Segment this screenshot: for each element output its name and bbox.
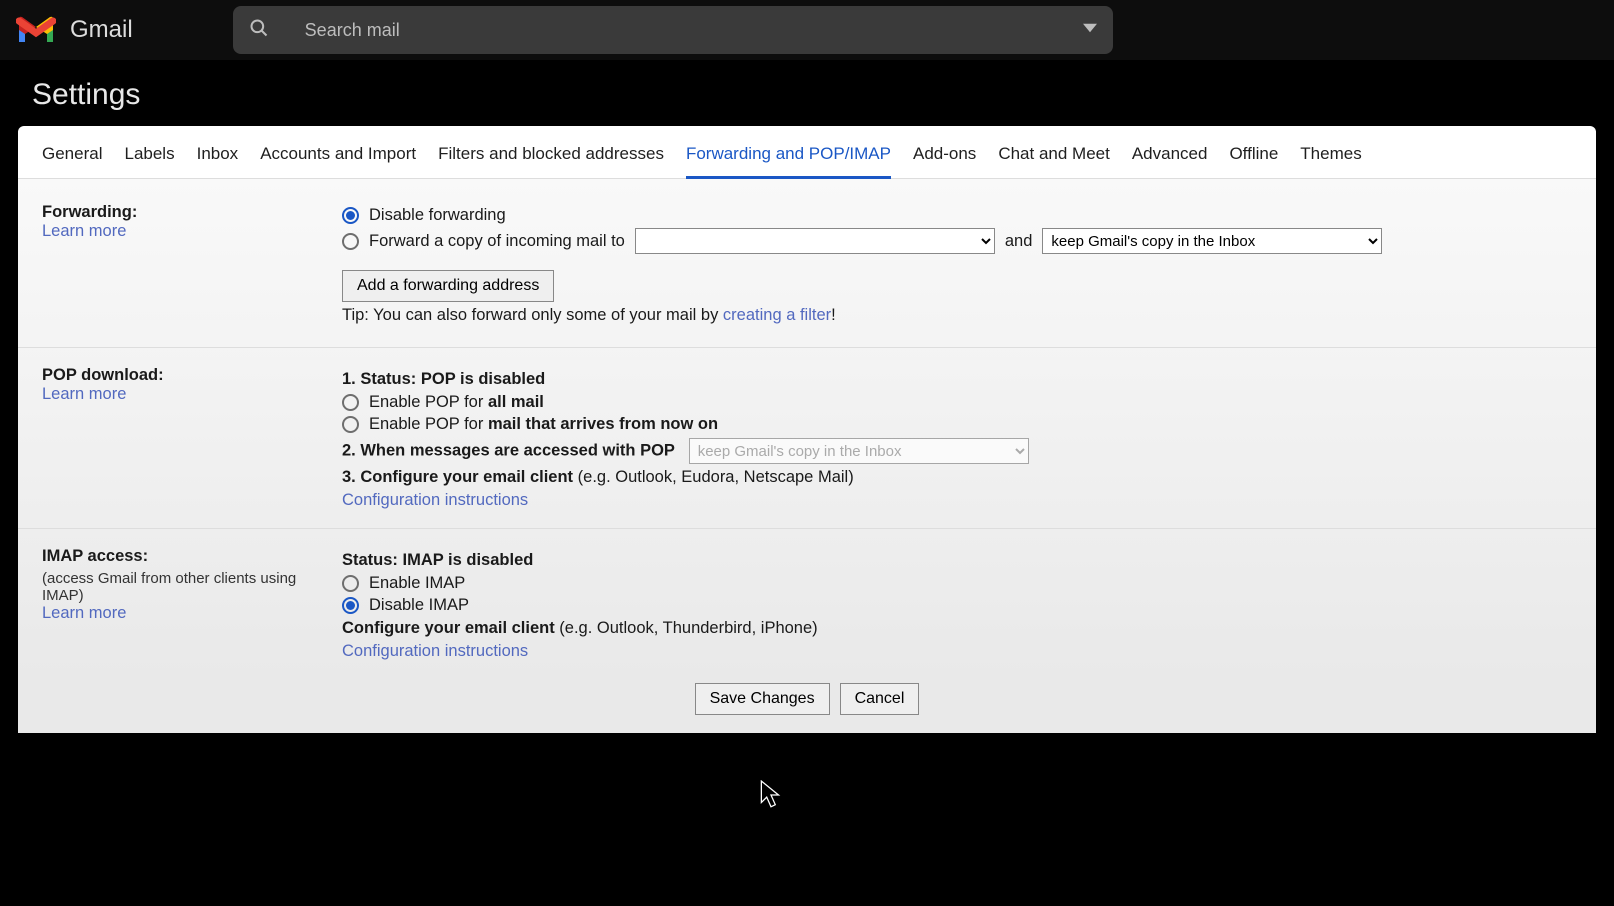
tab-labels[interactable]: Labels [124, 140, 174, 178]
pop-when-accessed: 2. When messages are accessed with POP [342, 442, 675, 460]
imap-configure-row: Configure your email client (e.g. Outloo… [342, 619, 1572, 638]
forwarding-content: Disable forwarding Forward a copy of inc… [342, 203, 1572, 329]
mouse-cursor-icon [760, 780, 782, 815]
imap-status: Status: IMAP is disabled [342, 551, 1572, 570]
imap-configure-bold: Configure your email client [342, 619, 555, 637]
settings-card: General Labels Inbox Accounts and Import… [18, 126, 1596, 733]
cancel-button[interactable]: Cancel [840, 683, 920, 715]
settings-tabs: General Labels Inbox Accounts and Import… [18, 126, 1596, 179]
add-forwarding-address-button[interactable]: Add a forwarding address [342, 270, 554, 302]
radio-pop-all[interactable] [342, 394, 359, 411]
forwarding-label-col: Forwarding: Learn more [42, 203, 342, 329]
imap-content: Status: IMAP is disabled Enable IMAP Dis… [342, 547, 1572, 661]
pop-enable-all-prefix: Enable POP for [369, 393, 488, 411]
pop-heading: POP download: [42, 366, 164, 384]
imap-configure-rest: (e.g. Outlook, Thunderbird, iPhone) [555, 619, 818, 637]
settings-body: Forwarding: Learn more Disable forwardin… [18, 179, 1596, 733]
radio-imap-disable[interactable] [342, 597, 359, 614]
tab-inbox[interactable]: Inbox [197, 140, 239, 178]
pop-enable-all-row[interactable]: Enable POP for all mail [342, 393, 1572, 412]
forwarding-tip: Tip: You can also forward only some of y… [342, 306, 1572, 325]
imap-learn-more-link[interactable]: Learn more [42, 604, 126, 622]
forwarding-disable-row[interactable]: Disable forwarding [342, 206, 1572, 225]
imap-label-col: IMAP access: (access Gmail from other cl… [42, 547, 342, 661]
tab-themes[interactable]: Themes [1300, 140, 1361, 178]
search-wrap [233, 6, 1113, 54]
forward-action-select[interactable]: keep Gmail's copy in the Inbox [1042, 228, 1382, 254]
disable-forwarding-label: Disable forwarding [369, 206, 506, 225]
imap-config-instructions-link[interactable]: Configuration instructions [342, 642, 528, 660]
search-input[interactable] [305, 20, 1047, 41]
pop-configure-rest: (e.g. Outlook, Eudora, Netscape Mail) [573, 468, 854, 486]
pop-action-select: keep Gmail's copy in the Inbox [689, 438, 1029, 464]
creating-filter-link[interactable]: creating a filter [723, 306, 831, 324]
tab-accounts-import[interactable]: Accounts and Import [260, 140, 416, 178]
tab-advanced[interactable]: Advanced [1132, 140, 1208, 178]
forward-address-select[interactable] [635, 228, 995, 254]
imap-heading: IMAP access: [42, 547, 148, 565]
section-forwarding: Forwarding: Learn more Disable forwardin… [18, 193, 1596, 339]
tab-addons[interactable]: Add-ons [913, 140, 976, 178]
pop-configure-bold: 3. Configure your email client [342, 468, 573, 486]
pop-content: 1. Status: POP is disabled Enable POP fo… [342, 366, 1572, 510]
gmail-logo-icon [16, 15, 56, 45]
tab-general[interactable]: General [42, 140, 102, 178]
pop-when-accessed-row: 2. When messages are accessed with POP k… [342, 438, 1572, 464]
imap-sub: (access Gmail from other clients using I… [42, 570, 342, 604]
imap-enable-row[interactable]: Enable IMAP [342, 574, 1572, 593]
pop-label-col: POP download: Learn more [42, 366, 342, 510]
tab-forwarding-pop-imap[interactable]: Forwarding and POP/IMAP [686, 140, 891, 179]
section-imap: IMAP access: (access Gmail from other cl… [18, 528, 1596, 671]
actions-row: Save Changes Cancel [18, 671, 1596, 715]
pop-learn-more-link[interactable]: Learn more [42, 385, 126, 403]
pop-configure-row: 3. Configure your email client (e.g. Out… [342, 468, 1572, 487]
product-name: Gmail [70, 16, 133, 44]
imap-enable-label: Enable IMAP [369, 574, 465, 593]
forward-copy-label: Forward a copy of incoming mail to [369, 232, 625, 251]
forwarding-tip-prefix: Tip: You can also forward only some of y… [342, 306, 723, 324]
pop-enable-all-bold: all mail [488, 393, 544, 411]
pop-enable-new-prefix: Enable POP for [369, 415, 488, 433]
imap-disable-row[interactable]: Disable IMAP [342, 596, 1572, 615]
imap-disable-label: Disable IMAP [369, 596, 469, 615]
forwarding-tip-suffix: ! [831, 306, 836, 324]
pop-enable-new-row[interactable]: Enable POP for mail that arrives from no… [342, 415, 1572, 434]
top-bar: Gmail [0, 0, 1614, 60]
forward-and-text: and [1005, 232, 1033, 251]
search-box[interactable] [233, 6, 1113, 54]
radio-pop-new[interactable] [342, 416, 359, 433]
forwarding-learn-more-link[interactable]: Learn more [42, 222, 126, 240]
pop-enable-new-bold: mail that arrives from now on [488, 415, 718, 433]
tab-filters-blocked[interactable]: Filters and blocked addresses [438, 140, 664, 178]
tab-chat-meet[interactable]: Chat and Meet [998, 140, 1110, 178]
search-options-icon[interactable] [1083, 21, 1097, 40]
section-pop: POP download: Learn more 1. Status: POP … [18, 347, 1596, 520]
logo-wrap: Gmail [12, 15, 133, 45]
radio-forward-copy[interactable] [342, 233, 359, 250]
search-icon [249, 18, 269, 43]
radio-imap-enable[interactable] [342, 575, 359, 592]
radio-disable-forwarding[interactable] [342, 207, 359, 224]
pop-status: 1. Status: POP is disabled [342, 370, 1572, 389]
page-title: Settings [0, 60, 1614, 126]
forwarding-heading: Forwarding: [42, 203, 137, 221]
forwarding-forward-row[interactable]: Forward a copy of incoming mail to and k… [342, 228, 1572, 254]
tab-offline[interactable]: Offline [1229, 140, 1278, 178]
save-changes-button[interactable]: Save Changes [695, 683, 830, 715]
pop-config-instructions-link[interactable]: Configuration instructions [342, 491, 528, 509]
